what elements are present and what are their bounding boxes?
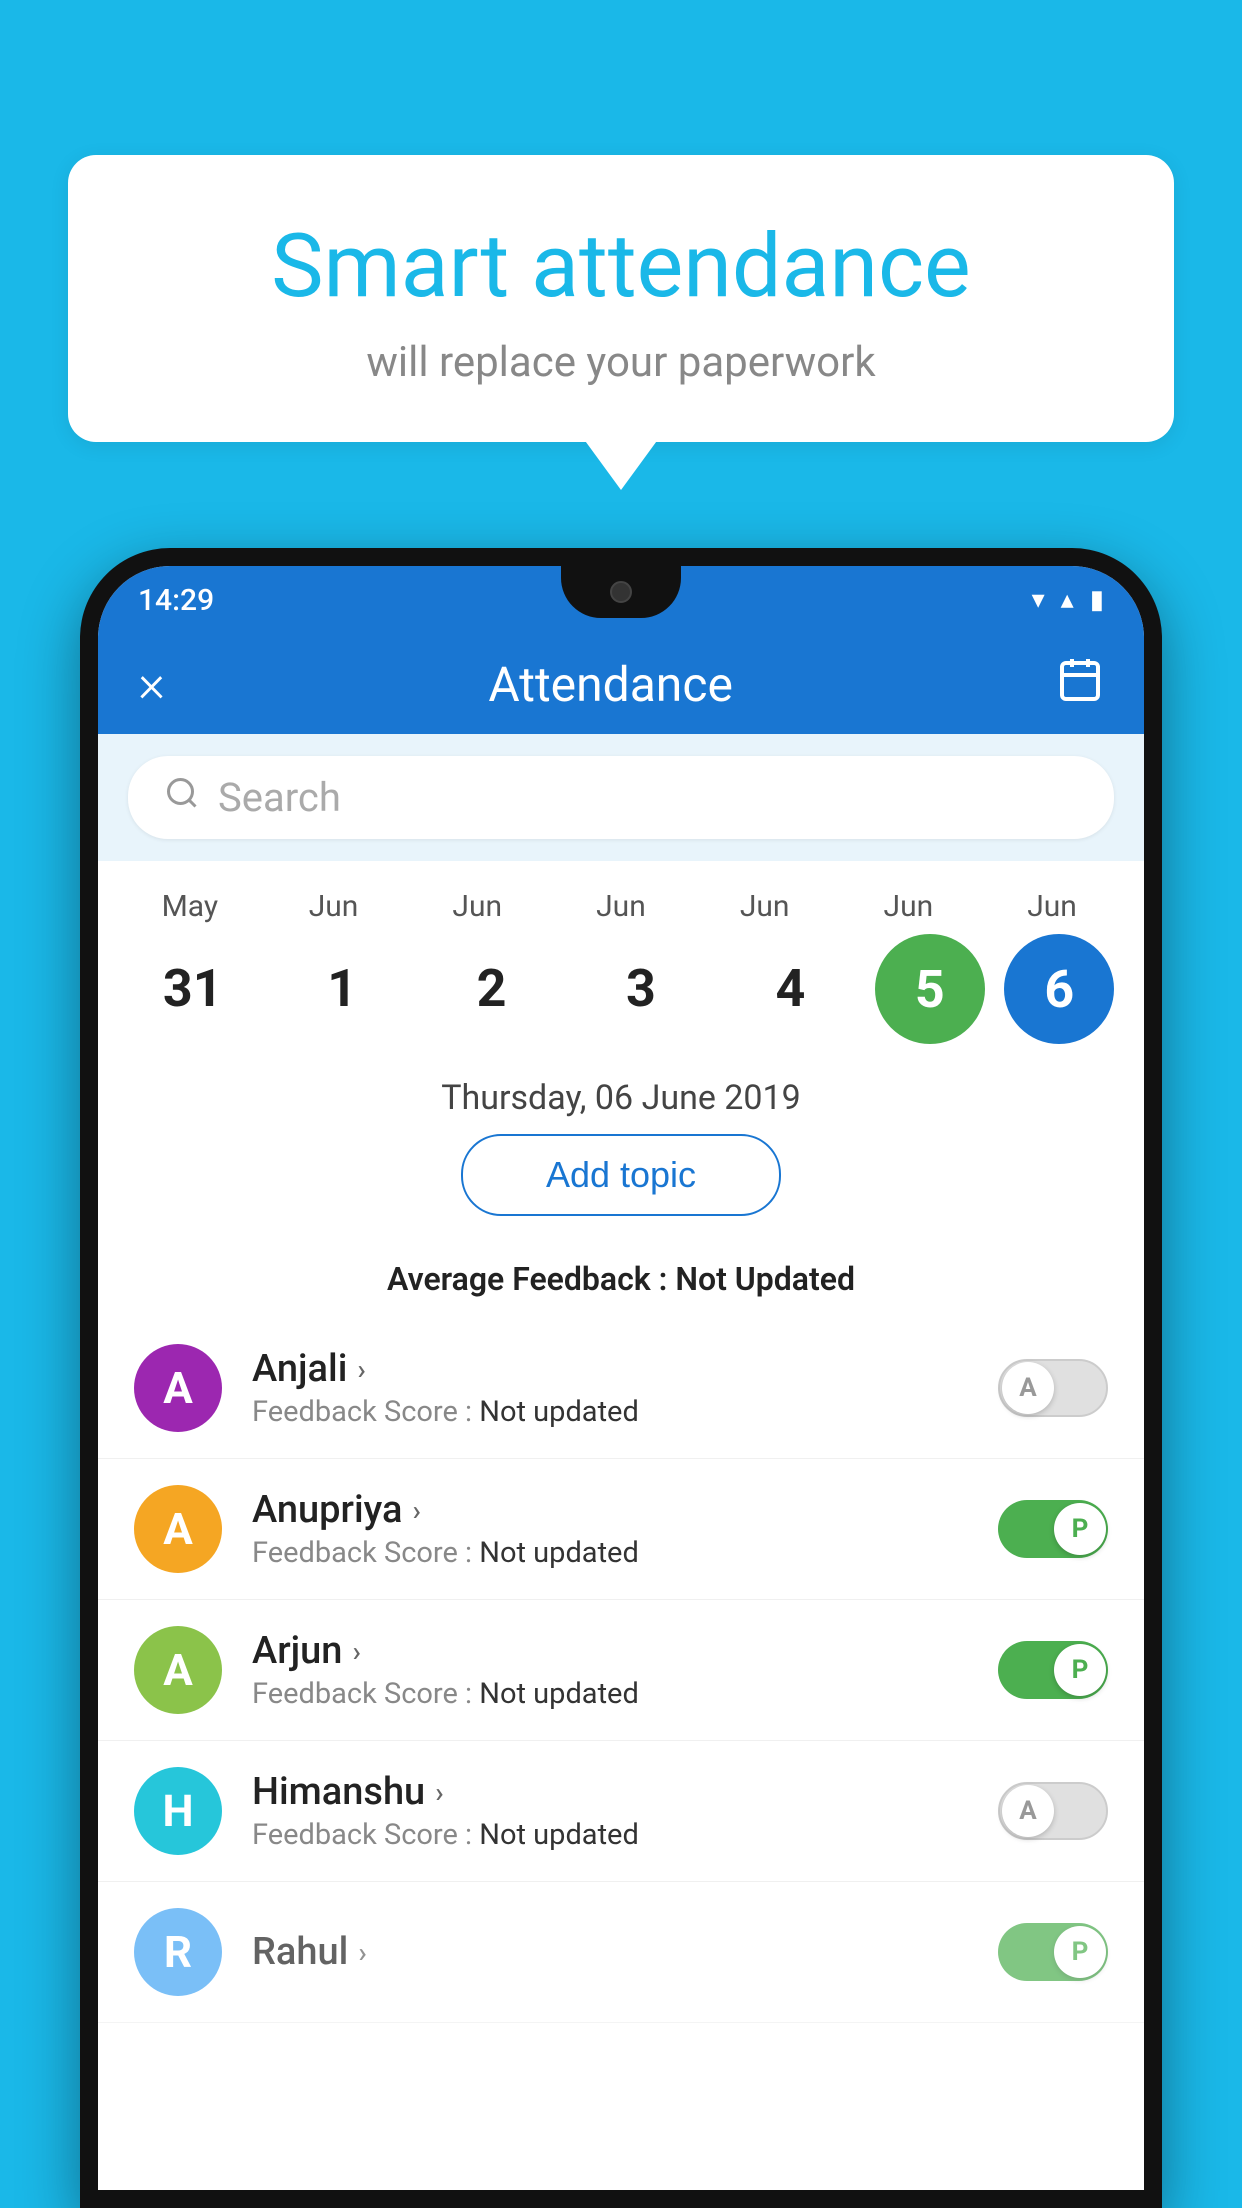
signal-icon: ▴: [1061, 585, 1074, 615]
toggle-himanshu[interactable]: A: [998, 1782, 1108, 1840]
student-name-anjali: Anjali ›: [252, 1347, 998, 1391]
avatar-anupriya: A: [134, 1485, 222, 1573]
student-feedback-anupriya: Feedback Score : Not updated: [252, 1536, 998, 1570]
chevron-icon-rahul: ›: [358, 1936, 366, 1969]
avatar-anjali: A: [134, 1344, 222, 1432]
cal-day-2[interactable]: 2: [427, 963, 557, 1015]
toggle-anjali[interactable]: A: [998, 1359, 1108, 1417]
cal-day-1[interactable]: 1: [277, 963, 407, 1015]
student-feedback-anjali: Feedback Score : Not updated: [252, 1395, 998, 1429]
student-item-anjali[interactable]: A Anjali › Feedback Score : Not updated …: [98, 1318, 1144, 1459]
add-topic-button[interactable]: Add topic: [461, 1134, 781, 1216]
student-item-arjun[interactable]: A Arjun › Feedback Score : Not updated P: [98, 1600, 1144, 1741]
student-name-rahul: Rahul ›: [252, 1930, 998, 1974]
search-icon: [164, 775, 200, 820]
wifi-icon: ▾: [1032, 585, 1045, 615]
phone-camera: [610, 581, 632, 603]
close-button[interactable]: ×: [138, 658, 165, 710]
toggle-anupriya[interactable]: P: [998, 1500, 1108, 1558]
avg-feedback-value: Not Updated: [675, 1260, 855, 1298]
student-item-anupriya[interactable]: A Anupriya › Feedback Score : Not update…: [98, 1459, 1144, 1600]
search-container: Search: [98, 734, 1144, 861]
student-info-anupriya: Anupriya › Feedback Score : Not updated: [252, 1488, 998, 1570]
chevron-icon-himanshu: ›: [435, 1776, 443, 1809]
calendar-days-row: 31 1 2 3 4 5 6: [118, 934, 1124, 1044]
cal-month-1: Jun: [269, 889, 399, 924]
student-info-anjali: Anjali › Feedback Score : Not updated: [252, 1347, 998, 1429]
student-name-arjun: Arjun ›: [252, 1629, 998, 1673]
phone-frame: 14:29 ▾ ▴ ▮ × Attendance: [80, 548, 1162, 2208]
cal-day-5[interactable]: 5: [875, 934, 985, 1044]
avatar-arjun: A: [134, 1626, 222, 1714]
battery-icon: ▮: [1090, 585, 1104, 615]
student-name-himanshu: Himanshu ›: [252, 1770, 998, 1814]
cal-month-6: Jun: [987, 889, 1117, 924]
student-list: A Anjali › Feedback Score : Not updated …: [98, 1318, 1144, 2023]
cal-month-2: Jun: [412, 889, 542, 924]
student-info-himanshu: Himanshu › Feedback Score : Not updated: [252, 1770, 998, 1852]
calendar-months-row: May Jun Jun Jun Jun Jun Jun: [118, 889, 1124, 924]
student-feedback-arjun: Feedback Score : Not updated: [252, 1677, 998, 1711]
student-item-himanshu[interactable]: H Himanshu › Feedback Score : Not update…: [98, 1741, 1144, 1882]
student-feedback-himanshu: Feedback Score : Not updated: [252, 1818, 998, 1852]
status-time: 14:29: [138, 583, 214, 618]
status-bar: 14:29 ▾ ▴ ▮: [98, 566, 1144, 634]
chevron-icon-anjali: ›: [357, 1353, 365, 1386]
speech-bubble-title: Smart attendance: [118, 215, 1124, 318]
cal-day-6[interactable]: 6: [1004, 934, 1114, 1044]
avg-feedback-label: Average Feedback :: [387, 1260, 675, 1298]
cal-month-5: Jun: [843, 889, 973, 924]
header-title: Attendance: [488, 656, 733, 713]
search-bar[interactable]: Search: [128, 756, 1114, 839]
average-feedback: Average Feedback : Not Updated: [98, 1250, 1144, 1318]
cal-day-4[interactable]: 4: [725, 963, 855, 1015]
chevron-icon-anupriya: ›: [412, 1494, 420, 1527]
avatar-himanshu: H: [134, 1767, 222, 1855]
student-item-rahul[interactable]: R Rahul › P: [98, 1882, 1144, 2023]
cal-day-3[interactable]: 3: [576, 963, 706, 1015]
app-header: × Attendance: [98, 634, 1144, 734]
search-placeholder: Search: [218, 774, 341, 821]
selected-date: Thursday, 06 June 2019: [98, 1054, 1144, 1134]
student-info-rahul: Rahul ›: [252, 1930, 998, 1974]
chevron-icon-arjun: ›: [352, 1635, 360, 1668]
calendar-strip: May Jun Jun Jun Jun Jun Jun 31 1 2 3 4 5…: [98, 861, 1144, 1054]
toggle-arjun[interactable]: P: [998, 1641, 1108, 1699]
speech-bubble: Smart attendance will replace your paper…: [68, 155, 1174, 442]
cal-month-0: May: [125, 889, 255, 924]
speech-bubble-subtitle: will replace your paperwork: [118, 338, 1124, 387]
cal-month-4: Jun: [700, 889, 830, 924]
avatar-rahul: R: [134, 1908, 222, 1996]
student-info-arjun: Arjun › Feedback Score : Not updated: [252, 1629, 998, 1711]
cal-month-3: Jun: [556, 889, 686, 924]
student-name-anupriya: Anupriya ›: [252, 1488, 998, 1532]
calendar-icon[interactable]: [1056, 655, 1104, 714]
cal-day-0[interactable]: 31: [128, 963, 258, 1015]
phone-notch: [561, 566, 681, 618]
status-icons: ▾ ▴ ▮: [1032, 585, 1104, 615]
toggle-rahul[interactable]: P: [998, 1923, 1108, 1981]
phone-screen: 14:29 ▾ ▴ ▮ × Attendance: [98, 566, 1144, 2190]
